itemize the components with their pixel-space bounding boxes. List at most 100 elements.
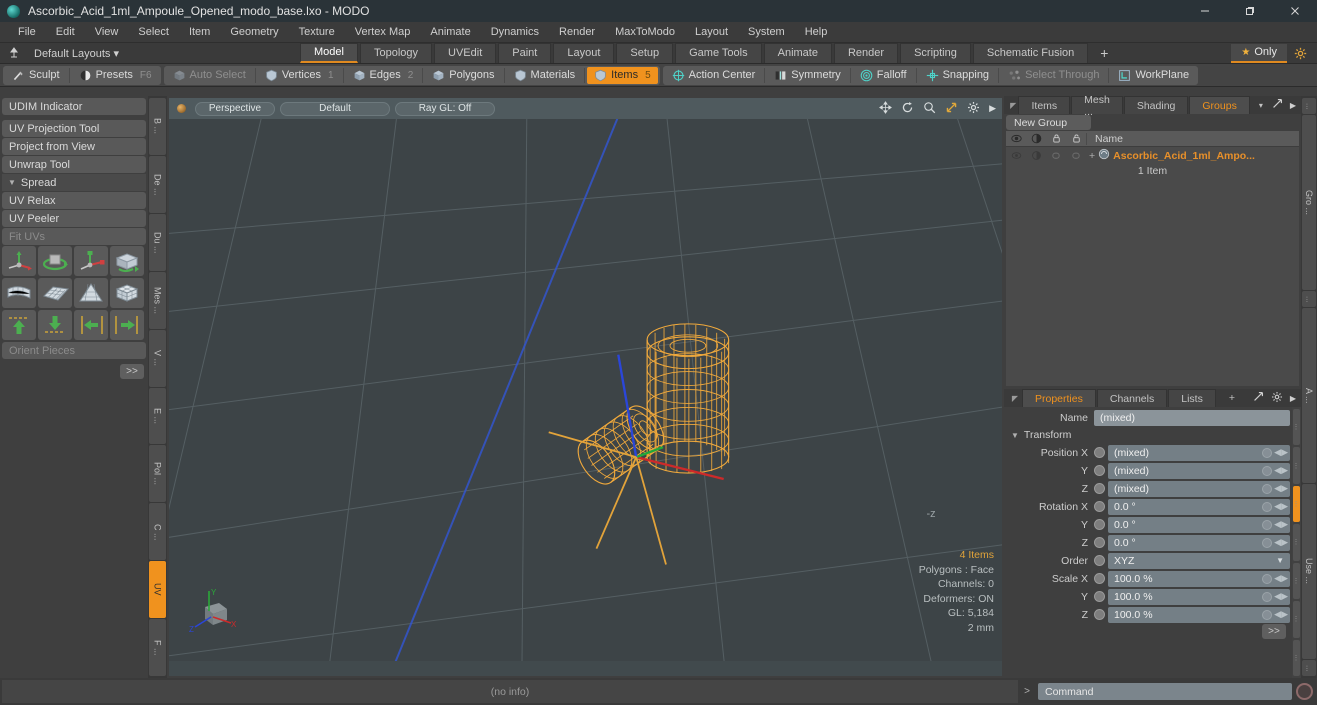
- property-spinner-icon[interactable]: ◀▶: [1274, 483, 1288, 494]
- row-lock-toggle[interactable]: [1046, 150, 1066, 161]
- groups-list-body[interactable]: [1006, 179, 1299, 386]
- property-right-knob-icon[interactable]: [1262, 501, 1272, 512]
- left-vtab-4[interactable]: V ...: [149, 329, 166, 387]
- property-knob-icon[interactable]: [1094, 537, 1105, 548]
- property-right-knob-icon[interactable]: [1262, 483, 1272, 494]
- select-icon[interactable]: [1066, 133, 1086, 144]
- property-right-knob-icon[interactable]: [1262, 537, 1272, 548]
- toolbar-button-snapping[interactable]: Snapping: [919, 67, 997, 84]
- properties-tab-+[interactable]: +: [1217, 389, 1247, 407]
- layout-tab-game-tools[interactable]: Game Tools: [675, 43, 762, 63]
- toolbar-button-edges[interactable]: Edges 2: [346, 67, 421, 84]
- right-vtab-1[interactable]: Gro ...: [1302, 115, 1316, 290]
- property-right-knob-icon[interactable]: [1262, 465, 1272, 476]
- command-history-icon[interactable]: [1296, 683, 1313, 700]
- property-value-field[interactable]: XYZ ▼: [1108, 552, 1290, 569]
- property-spinner-icon[interactable]: ◀▶: [1274, 501, 1288, 512]
- properties-scroll-segment[interactable]: ⋮: [1293, 485, 1300, 523]
- menu-item-render[interactable]: Render: [549, 22, 605, 43]
- rotate-ring-icon[interactable]: [38, 246, 72, 276]
- maximize-icon[interactable]: [1227, 0, 1272, 22]
- move-axis-icon[interactable]: [2, 246, 36, 276]
- property-value-field[interactable]: 0.0 ° ◀▶: [1108, 498, 1290, 515]
- viewport-3d-canvas[interactable]: -z Y X Z 4 Items Polygons: Face Channel…: [169, 119, 1002, 661]
- property-value-field[interactable]: 100.0 % ◀▶: [1108, 570, 1290, 587]
- menu-item-texture[interactable]: Texture: [289, 22, 345, 43]
- pan-icon[interactable]: [879, 100, 892, 117]
- menu-item-maxtomodo[interactable]: MaxToModo: [605, 22, 685, 43]
- toolbar-button-materials[interactable]: Materials: [507, 67, 583, 84]
- menu-item-geometry[interactable]: Geometry: [220, 22, 288, 43]
- toolbar-button-select-through[interactable]: Select Through: [1001, 67, 1106, 84]
- toolbar-button-items[interactable]: Items 5: [587, 66, 658, 84]
- close-icon[interactable]: [1272, 0, 1317, 22]
- toolbar-button-symmetry[interactable]: Symmetry: [767, 67, 848, 84]
- menu-item-animate[interactable]: Animate: [420, 22, 480, 43]
- property-knob-icon[interactable]: [1094, 501, 1105, 512]
- menu-item-vertex-map[interactable]: Vertex Map: [345, 22, 421, 43]
- properties-menu-icon[interactable]: ◤: [1008, 389, 1022, 407]
- viewport-view-mode[interactable]: Perspective: [195, 101, 275, 116]
- align-down-icon[interactable]: [38, 310, 72, 340]
- property-right-knob-icon[interactable]: [1262, 591, 1272, 602]
- zoom-icon[interactable]: [923, 101, 936, 117]
- property-knob-icon[interactable]: [1094, 609, 1105, 620]
- layout-tab-setup[interactable]: Setup: [616, 43, 674, 63]
- tool-uv-projection-tool[interactable]: UV Projection Tool: [2, 120, 146, 137]
- layout-tab-schematic-fusion[interactable]: Schematic Fusion: [972, 43, 1089, 63]
- properties-scroll-segment[interactable]: ⋮: [1293, 639, 1300, 676]
- right-vtab-5[interactable]: ...: [1302, 660, 1316, 676]
- orient-pieces-button[interactable]: Orient Pieces: [2, 342, 146, 359]
- panel-tab-items[interactable]: Items: [1018, 96, 1071, 114]
- panel-chevron-right-icon[interactable]: ▶: [1290, 101, 1296, 110]
- properties-tab-lists[interactable]: Lists: [1168, 389, 1216, 407]
- tool-udim-indicator[interactable]: UDIM Indicator: [2, 98, 146, 115]
- anchor-icon[interactable]: [6, 47, 22, 59]
- tool-fit-uvs[interactable]: Fit UVs: [2, 228, 146, 245]
- property-value-field[interactable]: (mixed) ◀▶: [1108, 444, 1290, 461]
- layout-tab-paint[interactable]: Paint: [498, 43, 552, 63]
- scale-axis-icon[interactable]: [74, 246, 108, 276]
- property-knob-icon[interactable]: [1094, 573, 1105, 584]
- properties-chevron-right-icon[interactable]: ▶: [1290, 394, 1296, 403]
- property-spinner-icon[interactable]: ◀▶: [1274, 591, 1288, 602]
- spread-section-header[interactable]: ▼ Spread: [2, 174, 146, 191]
- row-visibility-toggle[interactable]: [1006, 150, 1026, 161]
- expand-panel-icon[interactable]: [1272, 98, 1283, 112]
- toolbar-button-vertices[interactable]: Vertices 1: [258, 67, 341, 84]
- left-vtab-9[interactable]: F ...: [149, 619, 166, 677]
- toolbar-button-sculpt[interactable]: Sculpt: [5, 67, 67, 84]
- align-up-icon[interactable]: [2, 310, 36, 340]
- left-vtab-8[interactable]: UV: [149, 561, 166, 619]
- properties-scroll-segment[interactable]: ⋮: [1293, 562, 1300, 600]
- menu-item-file[interactable]: File: [8, 22, 46, 43]
- panel-tab-shading[interactable]: Shading: [1123, 96, 1189, 114]
- property-value-field[interactable]: 0.0 ° ◀▶: [1108, 516, 1290, 533]
- menu-item-help[interactable]: Help: [795, 22, 838, 43]
- left-vtab-3[interactable]: Mes ...: [149, 271, 166, 329]
- command-input[interactable]: Command: [1038, 683, 1292, 700]
- property-right-knob-icon[interactable]: [1262, 573, 1272, 584]
- panel-menu-icon[interactable]: ◤: [1008, 96, 1018, 114]
- property-value-field[interactable]: (mixed) ◀▶: [1108, 462, 1290, 479]
- bend-grid-icon[interactable]: [2, 278, 36, 308]
- left-vtab-6[interactable]: Pol ...: [149, 445, 166, 503]
- property-value-field[interactable]: 0.0 ° ◀▶: [1108, 534, 1290, 551]
- property-value-field[interactable]: (mixed) ◀▶: [1108, 480, 1290, 497]
- menu-item-item[interactable]: Item: [179, 22, 220, 43]
- property-knob-icon[interactable]: [1094, 555, 1105, 566]
- minimize-icon[interactable]: [1182, 0, 1227, 22]
- property-spinner-icon[interactable]: ◀▶: [1274, 573, 1288, 584]
- property-knob-icon[interactable]: [1094, 519, 1105, 530]
- toolbar-button-falloff[interactable]: Falloff: [853, 67, 914, 84]
- layout-gear-icon[interactable]: [1287, 47, 1313, 60]
- left-vtab-2[interactable]: Du ...: [149, 213, 166, 271]
- panel-overflow-icon[interactable]: ▾: [1251, 96, 1271, 114]
- layout-tab-topology[interactable]: Topology: [359, 43, 433, 63]
- flip-box-icon[interactable]: [110, 246, 144, 276]
- viewport-shading-mode[interactable]: Default: [280, 101, 390, 116]
- layout-tab-animate[interactable]: Animate: [763, 43, 832, 63]
- tool-uv-relax[interactable]: UV Relax: [2, 192, 146, 209]
- fit-icon[interactable]: [945, 101, 958, 117]
- tool-project-from-view[interactable]: Project from View: [2, 138, 146, 155]
